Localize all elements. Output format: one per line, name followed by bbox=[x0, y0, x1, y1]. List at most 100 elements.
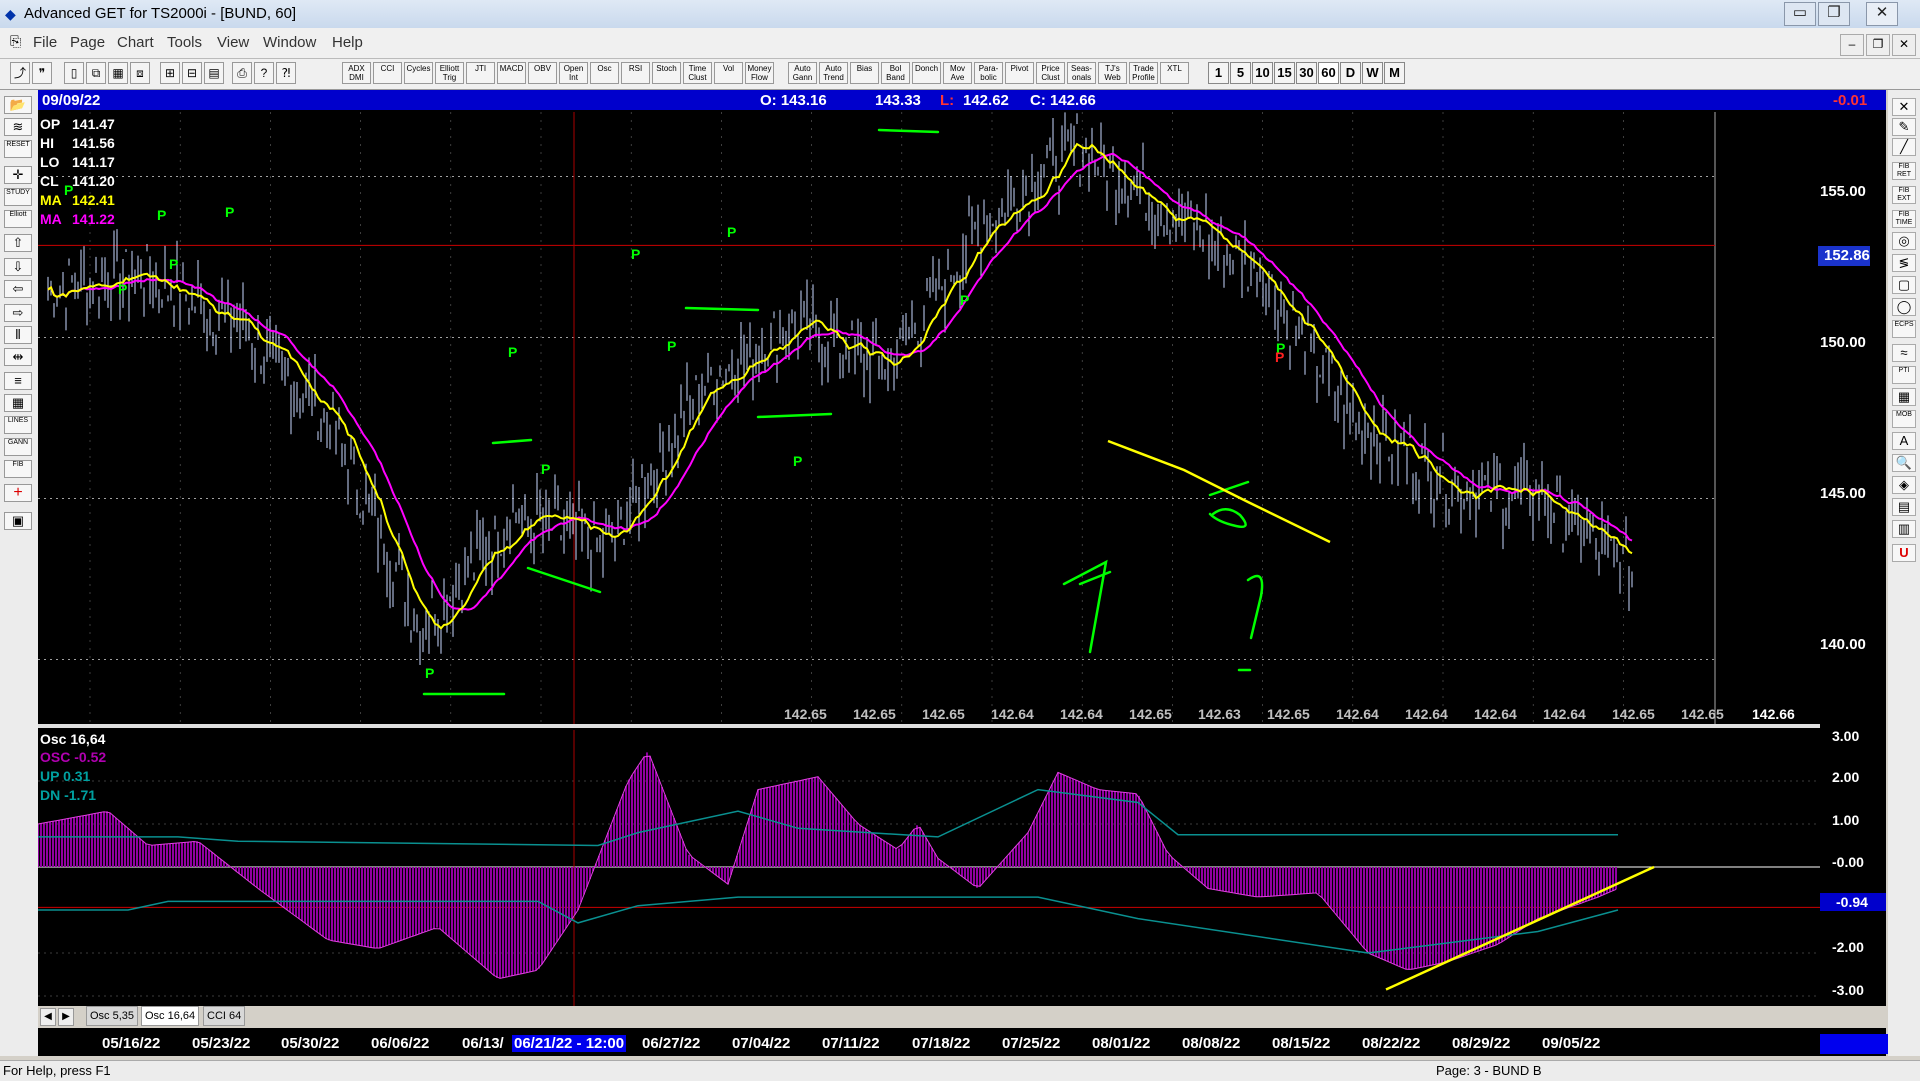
copy-icon[interactable]: ⧉ bbox=[86, 62, 106, 84]
arrow-up-icon[interactable]: ⇧ bbox=[4, 234, 32, 252]
study-button-elliott-trig[interactable]: Elliott Trig bbox=[435, 62, 464, 84]
menu-help[interactable]: Help bbox=[332, 34, 363, 51]
fan-icon[interactable]: ≶ bbox=[1892, 254, 1916, 272]
text-tool-icon[interactable]: A bbox=[1892, 432, 1916, 450]
menu-file[interactable]: File bbox=[33, 34, 57, 51]
close-button[interactable]: ✕ bbox=[1866, 2, 1898, 26]
info-icon[interactable]: ? bbox=[254, 62, 274, 84]
line-tool-icon[interactable]: ╱ bbox=[1892, 138, 1916, 156]
eraser-icon[interactable]: ◈ bbox=[1892, 476, 1916, 494]
study-button-macd[interactable]: MACD bbox=[497, 62, 526, 84]
study-button-seas-onals[interactable]: Seas-onals bbox=[1067, 62, 1096, 84]
study-button-cci[interactable]: CCI bbox=[373, 62, 402, 84]
box-icon[interactable]: ▢ bbox=[1892, 276, 1916, 294]
arrow-left-icon[interactable]: ⇦ bbox=[4, 280, 32, 298]
study-button-vol[interactable]: Vol bbox=[714, 62, 743, 84]
menu-view[interactable]: View bbox=[217, 34, 249, 51]
lines-icon[interactable]: ≡ bbox=[4, 372, 32, 390]
tab-cci-64[interactable]: CCI 64 bbox=[203, 1006, 246, 1026]
tab-osc-5-35[interactable]: Osc 5,35 bbox=[86, 1006, 139, 1026]
study-button-time-clust[interactable]: Time Clust bbox=[683, 62, 712, 84]
minimize-button[interactable]: ▭ bbox=[1784, 2, 1816, 26]
timeframe-button-m[interactable]: M bbox=[1384, 62, 1405, 84]
arrow-right-icon[interactable]: ⇨ bbox=[4, 304, 32, 322]
panel-divider[interactable] bbox=[38, 724, 1820, 728]
swing-icon[interactable]: ≈ bbox=[1892, 344, 1916, 362]
study-button-trade-profile[interactable]: Trade Profile bbox=[1129, 62, 1158, 84]
oscillator-chart[interactable] bbox=[38, 730, 1820, 1006]
quote-icon[interactable]: ❞ bbox=[32, 62, 52, 84]
study-button-obv[interactable]: OBV bbox=[528, 62, 557, 84]
spiral-icon[interactable]: ◎ bbox=[1892, 232, 1916, 250]
calc-icon[interactable]: ▤ bbox=[1892, 498, 1916, 516]
timeframe-button-10[interactable]: 10 bbox=[1252, 62, 1273, 84]
menu-tools[interactable]: Tools bbox=[167, 34, 202, 51]
study-button-donch[interactable]: Donch bbox=[912, 62, 941, 84]
fib-ext-icon[interactable]: FIB EXT bbox=[1892, 186, 1916, 204]
lines-tool-icon[interactable]: LINES bbox=[4, 416, 32, 434]
timeframe-button-w[interactable]: W bbox=[1362, 62, 1383, 84]
table-tool-icon[interactable]: ▦ bbox=[1892, 388, 1916, 406]
study-button-bias[interactable]: Bias bbox=[850, 62, 879, 84]
tile-icon[interactable]: ⊟ bbox=[182, 62, 202, 84]
study-icon[interactable]: STUDY bbox=[4, 188, 32, 206]
fib-tool-icon[interactable]: FIB bbox=[4, 460, 32, 478]
timeframe-button-60[interactable]: 60 bbox=[1318, 62, 1339, 84]
bars-icon[interactable]: ⫴ bbox=[4, 326, 32, 344]
timeframe-button-1[interactable]: 1 bbox=[1208, 62, 1229, 84]
study-button-tj-s-web[interactable]: TJ's Web bbox=[1098, 62, 1127, 84]
grid-icon[interactable]: ⊞ bbox=[160, 62, 180, 84]
study-button-jti[interactable]: JTI bbox=[466, 62, 495, 84]
study-button-para-bolic[interactable]: Para-bolic bbox=[974, 62, 1003, 84]
reset-icon[interactable]: RESET bbox=[4, 140, 32, 158]
plus-icon[interactable]: + bbox=[4, 484, 32, 502]
timeframe-button-5[interactable]: 5 bbox=[1230, 62, 1251, 84]
study-button-auto-trend[interactable]: Auto Trend bbox=[819, 62, 848, 84]
study-button-pivot[interactable]: Pivot bbox=[1005, 62, 1034, 84]
pointer-icon[interactable]: ⤴ bbox=[10, 62, 30, 84]
study-button-auto-gann[interactable]: Auto Gann bbox=[788, 62, 817, 84]
timeframe-button-15[interactable]: 15 bbox=[1274, 62, 1295, 84]
price-chart[interactable]: PP PPPPPPPPPPPPP bbox=[38, 112, 1820, 724]
save-icon[interactable]: ▣ bbox=[4, 512, 32, 530]
study-button-adx-dmi[interactable]: ADX DMI bbox=[342, 62, 371, 84]
layout-icon[interactable]: ▦ bbox=[108, 62, 128, 84]
study-button-open-int[interactable]: Open Int bbox=[559, 62, 588, 84]
zoom-icon[interactable]: 🔍 bbox=[1892, 454, 1916, 472]
arrow-down-icon[interactable]: ⇩ bbox=[4, 258, 32, 276]
tab-osc-16-64[interactable]: Osc 16,64 bbox=[141, 1006, 200, 1026]
table-icon[interactable]: ▤ bbox=[204, 62, 224, 84]
mob-icon[interactable]: MOB bbox=[1892, 410, 1916, 428]
cursor-x-icon[interactable]: ✕ bbox=[1892, 98, 1916, 116]
fib-icon[interactable]: ≋ bbox=[4, 118, 32, 136]
expand-icon[interactable]: ⇹ bbox=[4, 348, 32, 366]
ecps-icon[interactable]: ECPS bbox=[1892, 320, 1916, 338]
timeframe-button-30[interactable]: 30 bbox=[1296, 62, 1317, 84]
mdi-minimize-button[interactable]: – bbox=[1840, 34, 1864, 56]
study-button-xtl[interactable]: XTL bbox=[1160, 62, 1189, 84]
elliott-icon[interactable]: Elliott bbox=[4, 210, 32, 228]
study-button-rsi[interactable]: RSI bbox=[621, 62, 650, 84]
timeframe-button-d[interactable]: D bbox=[1340, 62, 1361, 84]
study-button-price-clust[interactable]: Price Clust bbox=[1036, 62, 1065, 84]
tab-next-button[interactable]: ▶ bbox=[58, 1008, 74, 1026]
pencil-icon[interactable]: ✎ bbox=[1892, 118, 1916, 136]
pages-icon[interactable]: ⧈ bbox=[130, 62, 150, 84]
menu-chart[interactable]: Chart bbox=[117, 34, 154, 51]
mdi-restore-button[interactable]: ❐ bbox=[1866, 34, 1890, 56]
magnet-icon[interactable]: U bbox=[1892, 544, 1916, 562]
menu-page[interactable]: Page bbox=[70, 34, 105, 51]
study-button-mov-ave[interactable]: Mov Ave bbox=[943, 62, 972, 84]
gann-icon[interactable]: GANN bbox=[4, 438, 32, 456]
pti-icon[interactable]: PTI bbox=[1892, 366, 1916, 384]
folder-icon[interactable]: 📂 bbox=[4, 96, 32, 114]
crosshair-icon[interactable]: ✛ bbox=[4, 166, 32, 184]
study-button-cycles[interactable]: Cycles bbox=[404, 62, 433, 84]
study-button-osc[interactable]: Osc bbox=[590, 62, 619, 84]
fib-ret-icon[interactable]: FIB RET bbox=[1892, 162, 1916, 180]
tab-prev-button[interactable]: ◀ bbox=[40, 1008, 56, 1026]
grid-tool-icon[interactable]: ▦ bbox=[4, 394, 32, 412]
fib-time-icon[interactable]: FIB TIME bbox=[1892, 210, 1916, 228]
doc-icon[interactable]: ▥ bbox=[1892, 520, 1916, 538]
ellipse-icon[interactable]: ◯ bbox=[1892, 298, 1916, 316]
